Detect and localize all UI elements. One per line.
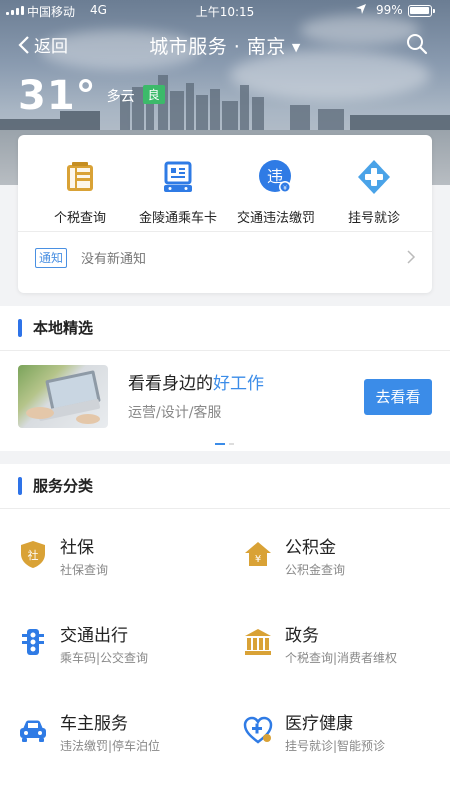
category-name: 社保	[60, 538, 94, 558]
promo-headline-highlight: 好工作	[213, 374, 264, 394]
health-heart-icon	[243, 716, 273, 744]
category-name: 车主服务	[60, 714, 128, 734]
quick-service-bus-card[interactable]: 金陵通乘车卡	[128, 157, 228, 226]
quick-service-label: 金陵通乘车卡	[138, 211, 217, 226]
category-desc: 社保查询	[60, 563, 109, 577]
battery-icon	[408, 5, 435, 17]
category-social-security[interactable]: 社 社保 社保查询	[0, 533, 210, 593]
chevron-right-icon	[407, 250, 416, 264]
battery-percent: 99%	[376, 3, 403, 17]
section-title: 服务分类	[33, 477, 94, 495]
section-accent-bar	[18, 477, 22, 495]
bus-card-icon	[164, 161, 192, 192]
category-name: 公积金	[285, 538, 336, 558]
category-name: 政务	[285, 626, 319, 646]
section-title: 本地精选	[33, 319, 94, 337]
quick-service-label: 个税查询	[53, 211, 106, 226]
social-security-shield-icon: 社	[21, 541, 45, 568]
traffic-light-icon	[22, 629, 44, 655]
search-icon[interactable]	[405, 32, 429, 56]
service-categories: 社 社保 社保查询 ¥ 公积金 公积金查询 交通出行 乘车码|公交查询 政务 个…	[0, 508, 450, 800]
category-desc: 挂号就诊|智能预诊	[285, 739, 386, 753]
category-name: 交通出行	[60, 626, 128, 646]
category-healthcare[interactable]: 医疗健康 挂号就诊|智能预诊	[225, 709, 435, 769]
quick-services-card: 个税查询 金陵通乘车卡 违 ¥ 交通违法缴罚 挂号就诊 通知 没有新通知	[18, 135, 432, 293]
page-title: 城市服务 · 南京	[149, 36, 286, 58]
category-name: 医疗健康	[285, 714, 353, 734]
traffic-violation-icon: 违 ¥	[259, 160, 291, 193]
air-quality-badge: 良	[142, 85, 165, 104]
svg-text:¥: ¥	[283, 185, 287, 192]
promo-subtitle: 运营/设计/客服	[128, 405, 222, 421]
government-building-icon	[245, 629, 271, 655]
category-government[interactable]: 政务 个税查询|消费者维权	[225, 621, 435, 681]
medical-cross-icon	[358, 160, 390, 194]
weather-condition: 多云	[106, 89, 135, 105]
promo-headline-prefix: 看看身边的	[128, 374, 213, 394]
quick-service-tax[interactable]: 个税查询	[30, 157, 130, 226]
category-housing-fund[interactable]: ¥ 公积金 公积金查询	[225, 533, 435, 593]
location-arrow-icon	[355, 3, 367, 18]
category-desc: 违法缴罚|停车泊位	[60, 739, 161, 753]
dropdown-caret-icon: ▼	[291, 41, 301, 54]
city-selector[interactable]: 城市服务 · 南京 ▼	[0, 32, 450, 59]
tax-icon	[67, 162, 93, 191]
quick-service-traffic-violation[interactable]: 违 ¥ 交通违法缴罚	[226, 157, 326, 226]
carousel-indicator	[215, 443, 234, 445]
local-picks-header: 本地精选	[0, 306, 450, 350]
section-accent-bar	[18, 319, 22, 337]
temperature: 31°	[18, 73, 97, 119]
quick-service-label: 交通违法缴罚	[236, 211, 315, 226]
notification-row[interactable]: 通知 没有新通知	[18, 232, 432, 284]
svg-text:社: 社	[28, 548, 39, 562]
category-desc: 个税查询|消费者维权	[285, 651, 398, 665]
notice-text: 没有新通知	[81, 252, 147, 267]
job-promo-image	[18, 365, 108, 428]
promo-headline: 看看身边的好工作	[128, 369, 264, 394]
category-desc: 公积金查询	[285, 563, 346, 577]
category-car-owner[interactable]: 车主服务 违法缴罚|停车泊位	[0, 709, 210, 769]
weather-summary: 31° 多云 良	[18, 72, 165, 120]
categories-header: 服务分类	[0, 464, 450, 508]
local-picks-banner[interactable]: 看看身边的好工作 运营/设计/客服 去看看	[0, 351, 450, 451]
quick-service-registration[interactable]: 挂号就诊	[324, 157, 424, 226]
housing-fund-house-icon: ¥	[245, 542, 271, 566]
status-bar: 中国移动 4G 上午10:15 99%	[0, 0, 450, 22]
navigation-bar: 返回 城市服务 · 南京 ▼	[0, 28, 450, 62]
quick-service-label: 挂号就诊	[347, 211, 400, 226]
svg-text:¥: ¥	[255, 554, 261, 565]
notice-tag: 通知	[35, 248, 68, 268]
category-desc: 乘车码|公交查询	[60, 651, 149, 665]
car-icon	[20, 720, 46, 742]
category-transportation[interactable]: 交通出行 乘车码|公交查询	[0, 621, 210, 681]
go-see-button[interactable]: 去看看	[364, 379, 432, 415]
